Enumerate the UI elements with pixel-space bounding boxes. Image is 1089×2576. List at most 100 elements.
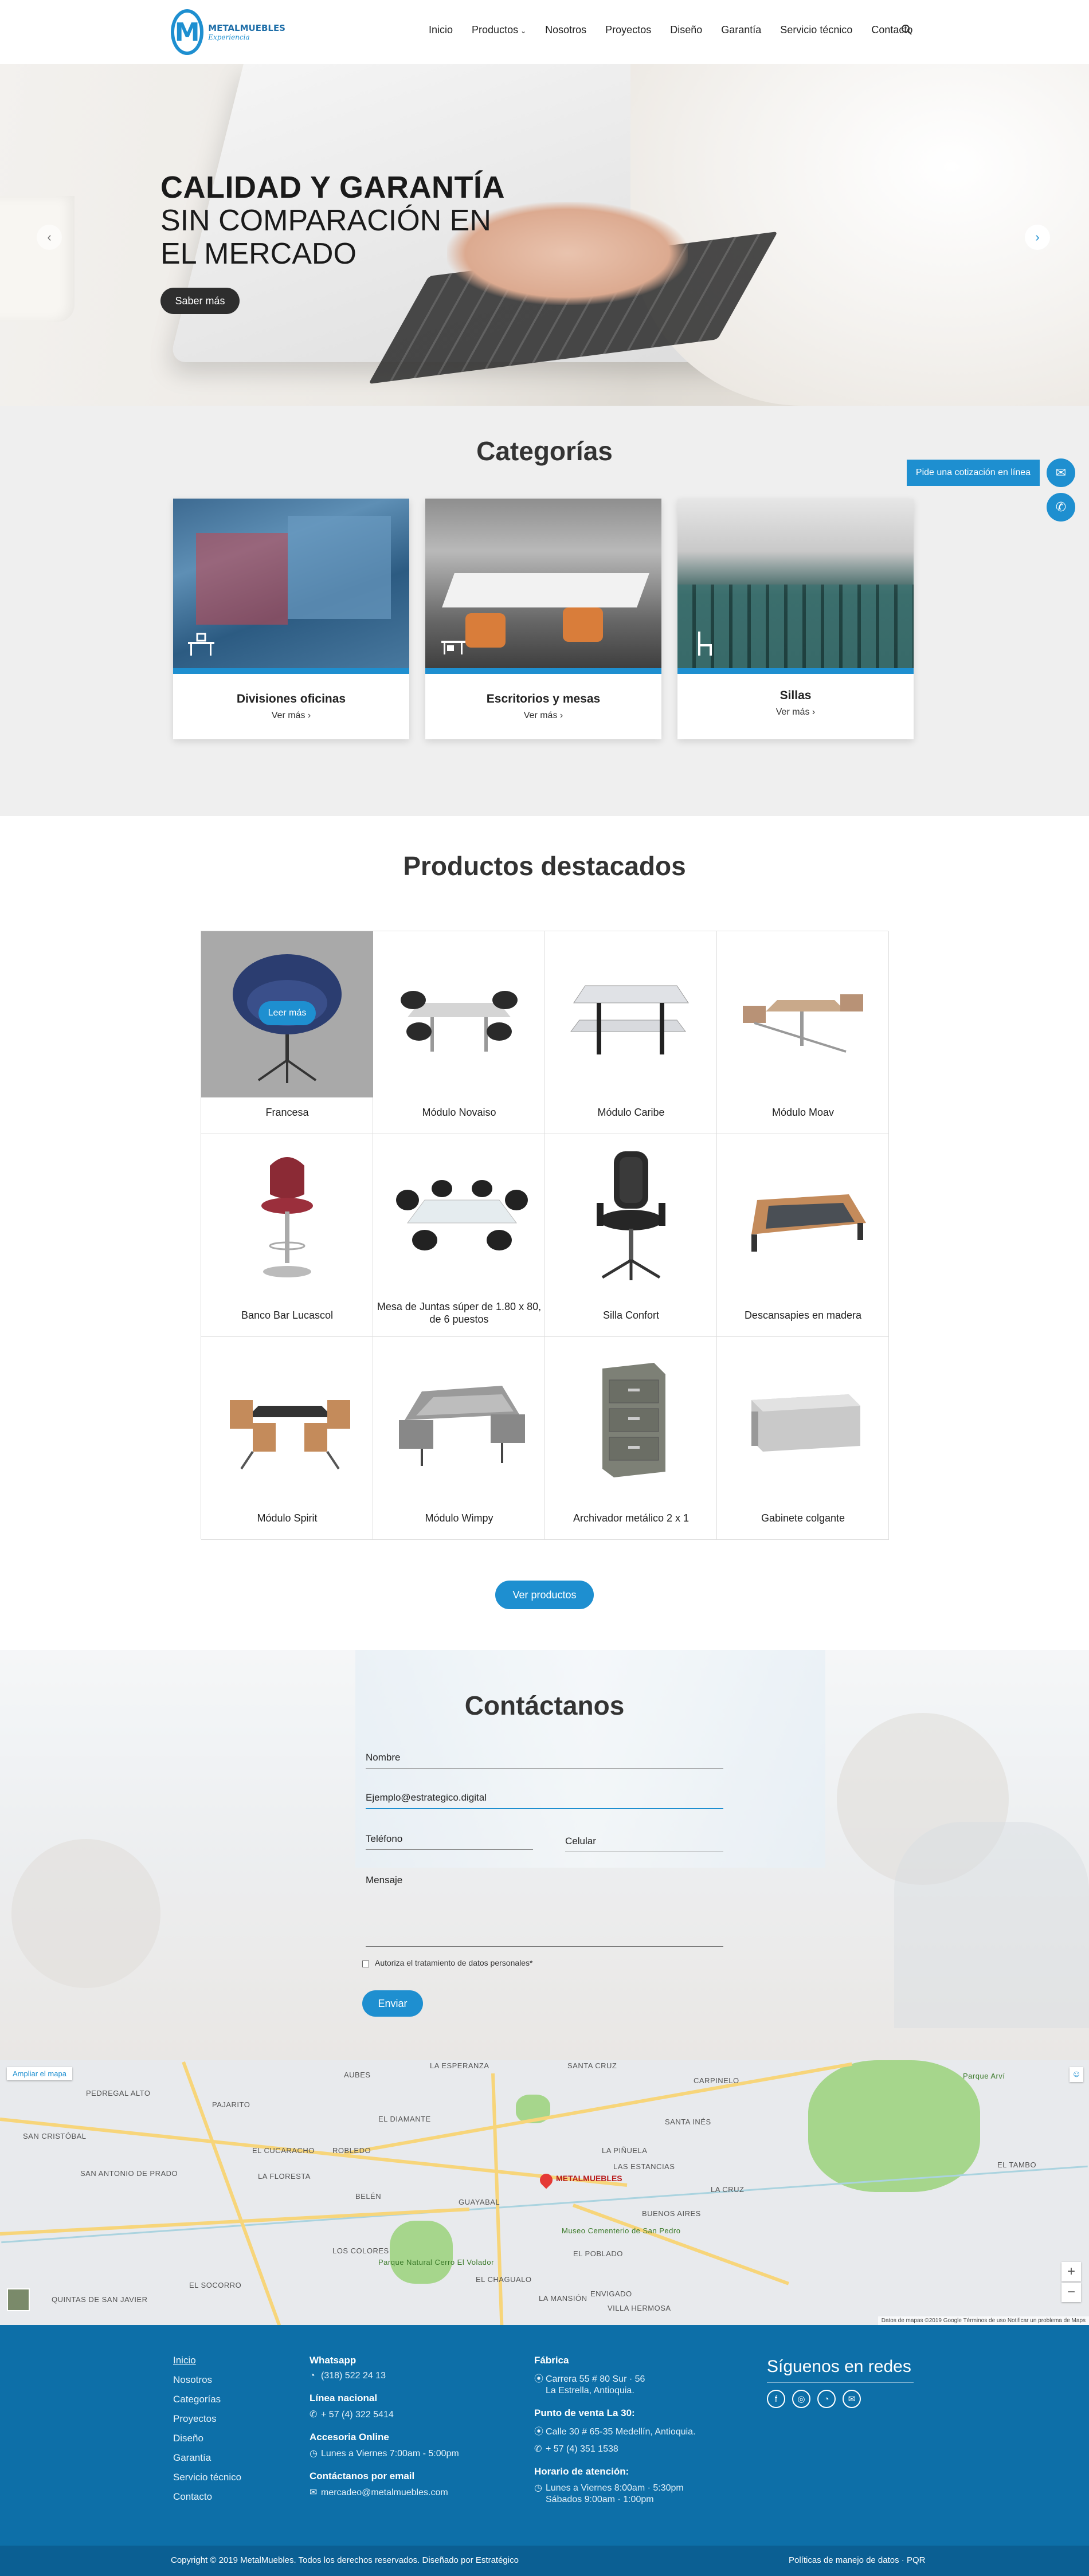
leer-mas-button[interactable]: Leer más [258, 1001, 316, 1025]
product-card[interactable]: Silla Confort [545, 1134, 717, 1337]
product-card[interactable]: Módulo Novaiso [373, 931, 545, 1134]
product-card[interactable]: Descansapies en madera [717, 1134, 889, 1337]
map-place: QUINTAS DE SAN JAVIER [52, 2295, 148, 2304]
nav-garantia[interactable]: Garantía [721, 24, 761, 36]
nav-nosotros[interactable]: Nosotros [545, 24, 586, 36]
product-card[interactable]: Módulo Spirit [201, 1337, 373, 1540]
saber-mas-button[interactable]: Saber más [160, 288, 240, 314]
map-place: BELÉN [355, 2192, 382, 2201]
footer-contact-col: Whatsapp ◔ (318) 522 24 13 Línea nacional… [310, 2355, 459, 2510]
whatsapp-number[interactable]: (318) 522 24 13 [321, 2371, 386, 2381]
punto-heading: Punto de venta La 30: [534, 2408, 635, 2418]
map-place: EL POBLADO [573, 2249, 623, 2258]
whatsapp-icon[interactable]: ◔ [817, 2390, 836, 2408]
category-more-link[interactable]: Ver más › [173, 711, 409, 721]
footer-link-nosotros[interactable]: Nosotros [173, 2374, 241, 2386]
map-place: SAN ANTONIO DE PRADO [80, 2169, 178, 2178]
footer-link-contacto[interactable]: Contacto [173, 2491, 241, 2503]
product-image [201, 1337, 373, 1503]
slider-next-icon[interactable]: › [1025, 225, 1050, 250]
footer-link-inicio[interactable]: Inicio [173, 2355, 241, 2366]
search-icon[interactable] [901, 24, 912, 36]
product-image [373, 1134, 545, 1300]
category-card-escritorios[interactable]: Escritorios y mesas Ver más › [425, 499, 661, 739]
nav-diseno[interactable]: Diseño [670, 24, 702, 36]
nav-servicio-tecnico[interactable]: Servicio técnico [780, 24, 852, 36]
product-card[interactable]: Mesa de Juntas súper de 1.80 x 80, de 6 … [373, 1134, 545, 1337]
facebook-icon[interactable]: f [767, 2390, 785, 2408]
nav-productos[interactable]: Productos ⌄ [472, 24, 526, 36]
linea-number[interactable]: + 57 (4) 322 5414 [321, 2410, 394, 2420]
zoom-out-icon[interactable]: − [1061, 2283, 1081, 2302]
category-more-link[interactable]: Ver más › [425, 711, 661, 721]
footer-link-categorias[interactable]: Categorías [173, 2394, 241, 2405]
product-name: Módulo Caribe [597, 1107, 665, 1118]
location-icon: ⦿ [534, 2374, 544, 2384]
fabrica-heading: Fábrica [534, 2355, 569, 2366]
slider-prev-icon[interactable]: ‹ [37, 225, 62, 250]
map-place: AUBES [344, 2071, 371, 2079]
authorize-checkbox[interactable] [362, 1961, 369, 1967]
name-field[interactable]: Nombre [366, 1752, 723, 1769]
category-card-divisiones[interactable]: Divisiones oficinas Ver más › [173, 499, 409, 739]
policy-link[interactable]: Políticas de manejo de datos · PQR [789, 2555, 925, 2565]
map-place: VILLA HERMOSA [608, 2304, 671, 2312]
footer-link-servicio-tecnico[interactable]: Servicio técnico [173, 2472, 241, 2483]
product-name: Módulo Spirit [257, 1512, 318, 1524]
nav-proyectos[interactable]: Proyectos [605, 24, 651, 36]
map-place: LA CRUZ [711, 2185, 745, 2194]
contact-section: Contáctanos Nombre Ejemplo@estrategico.d… [0, 1650, 1089, 2060]
featured-products-section: Productos destacados Leer más Francesa M… [0, 816, 1089, 1650]
email-field[interactable]: Ejemplo@estrategico.digital [366, 1792, 723, 1809]
instagram-icon[interactable]: ◎ [792, 2390, 810, 2408]
accesoria-hours: Lunes a Viernes 7:00am - 5:00pm [321, 2449, 459, 2459]
email-heading: Contáctanos por email [310, 2471, 415, 2481]
product-card[interactable]: Leer más Francesa [201, 931, 373, 1134]
category-card-sillas[interactable]: Sillas Ver más › [677, 499, 914, 739]
product-card[interactable]: Banco Bar Lucascol [201, 1134, 373, 1337]
nav-inicio[interactable]: Inicio [429, 24, 453, 36]
map-place: Museo Cementerio de San Pedro [562, 2226, 681, 2235]
map-place: EL DIAMANTE [378, 2115, 431, 2123]
product-image [545, 1337, 717, 1503]
horario-line2: Sábados 9:00am · 1:00pm [546, 2495, 654, 2504]
footer-email[interactable]: mercadeo@metalmuebles.com [321, 2488, 448, 2497]
enviar-button[interactable]: Enviar [362, 1990, 423, 2017]
footer-link-diseno[interactable]: Diseño [173, 2433, 241, 2444]
bottom-bar: Copyright © 2019 MetalMuebles. Todos los… [0, 2546, 1089, 2576]
phone-field[interactable]: Teléfono [366, 1833, 533, 1850]
chat-icon[interactable]: ✉ [1047, 458, 1075, 487]
map-place: LA MANSIÓN [539, 2294, 587, 2303]
map-place: LOS COLORES [332, 2246, 389, 2255]
copyright-text: Copyright © 2019 MetalMuebles. Todos los… [171, 2555, 519, 2565]
product-image [717, 1337, 889, 1503]
satellite-toggle[interactable] [7, 2288, 30, 2311]
product-card[interactable]: Gabinete colgante [717, 1337, 889, 1540]
cell-field[interactable]: Celular [565, 1836, 723, 1852]
office-desk-icon [186, 628, 217, 659]
logo-tagline: Experiencia [208, 33, 250, 41]
product-card[interactable]: Módulo Wimpy [373, 1337, 545, 1540]
category-image [677, 499, 914, 674]
footer-link-garantia[interactable]: Garantía [173, 2452, 241, 2464]
enlarge-map-link[interactable]: Ampliar el mapa [7, 2067, 72, 2080]
footer-link-proyectos[interactable]: Proyectos [173, 2413, 241, 2425]
quote-online-button[interactable]: Pide una cotización en línea [907, 460, 1040, 486]
product-card[interactable]: Módulo Caribe [545, 931, 717, 1134]
ver-productos-button[interactable]: Ver productos [495, 1581, 594, 1609]
mail-icon[interactable]: ✉ [843, 2390, 861, 2408]
logo[interactable]: M METALMUEBLES Experiencia [171, 8, 285, 56]
product-card[interactable]: Módulo Moav [717, 931, 889, 1134]
message-field[interactable]: Mensaje [366, 1875, 723, 1947]
punto-phone[interactable]: + 57 (4) 351 1538 [546, 2444, 618, 2454]
whatsapp-heading: Whatsapp [310, 2355, 357, 2366]
pegman-icon[interactable]: ☺ [1070, 2067, 1083, 2082]
product-card[interactable]: Archivador metálico 2 x 1 [545, 1337, 717, 1540]
hero-title: CALIDAD Y GARANTÍA SIN COMPARACIÓN EN EL… [160, 171, 505, 270]
zoom-in-icon[interactable]: + [1061, 2262, 1081, 2281]
phone-icon: ✆ [310, 2410, 318, 2420]
map[interactable]: LA ESPERANZA SANTA CRUZ CARPINELO PEDREG… [0, 2060, 1089, 2325]
phone-icon[interactable]: ✆ [1047, 493, 1075, 522]
category-more-link[interactable]: Ver más › [677, 707, 914, 717]
map-place: BUENOS AIRES [642, 2209, 701, 2218]
